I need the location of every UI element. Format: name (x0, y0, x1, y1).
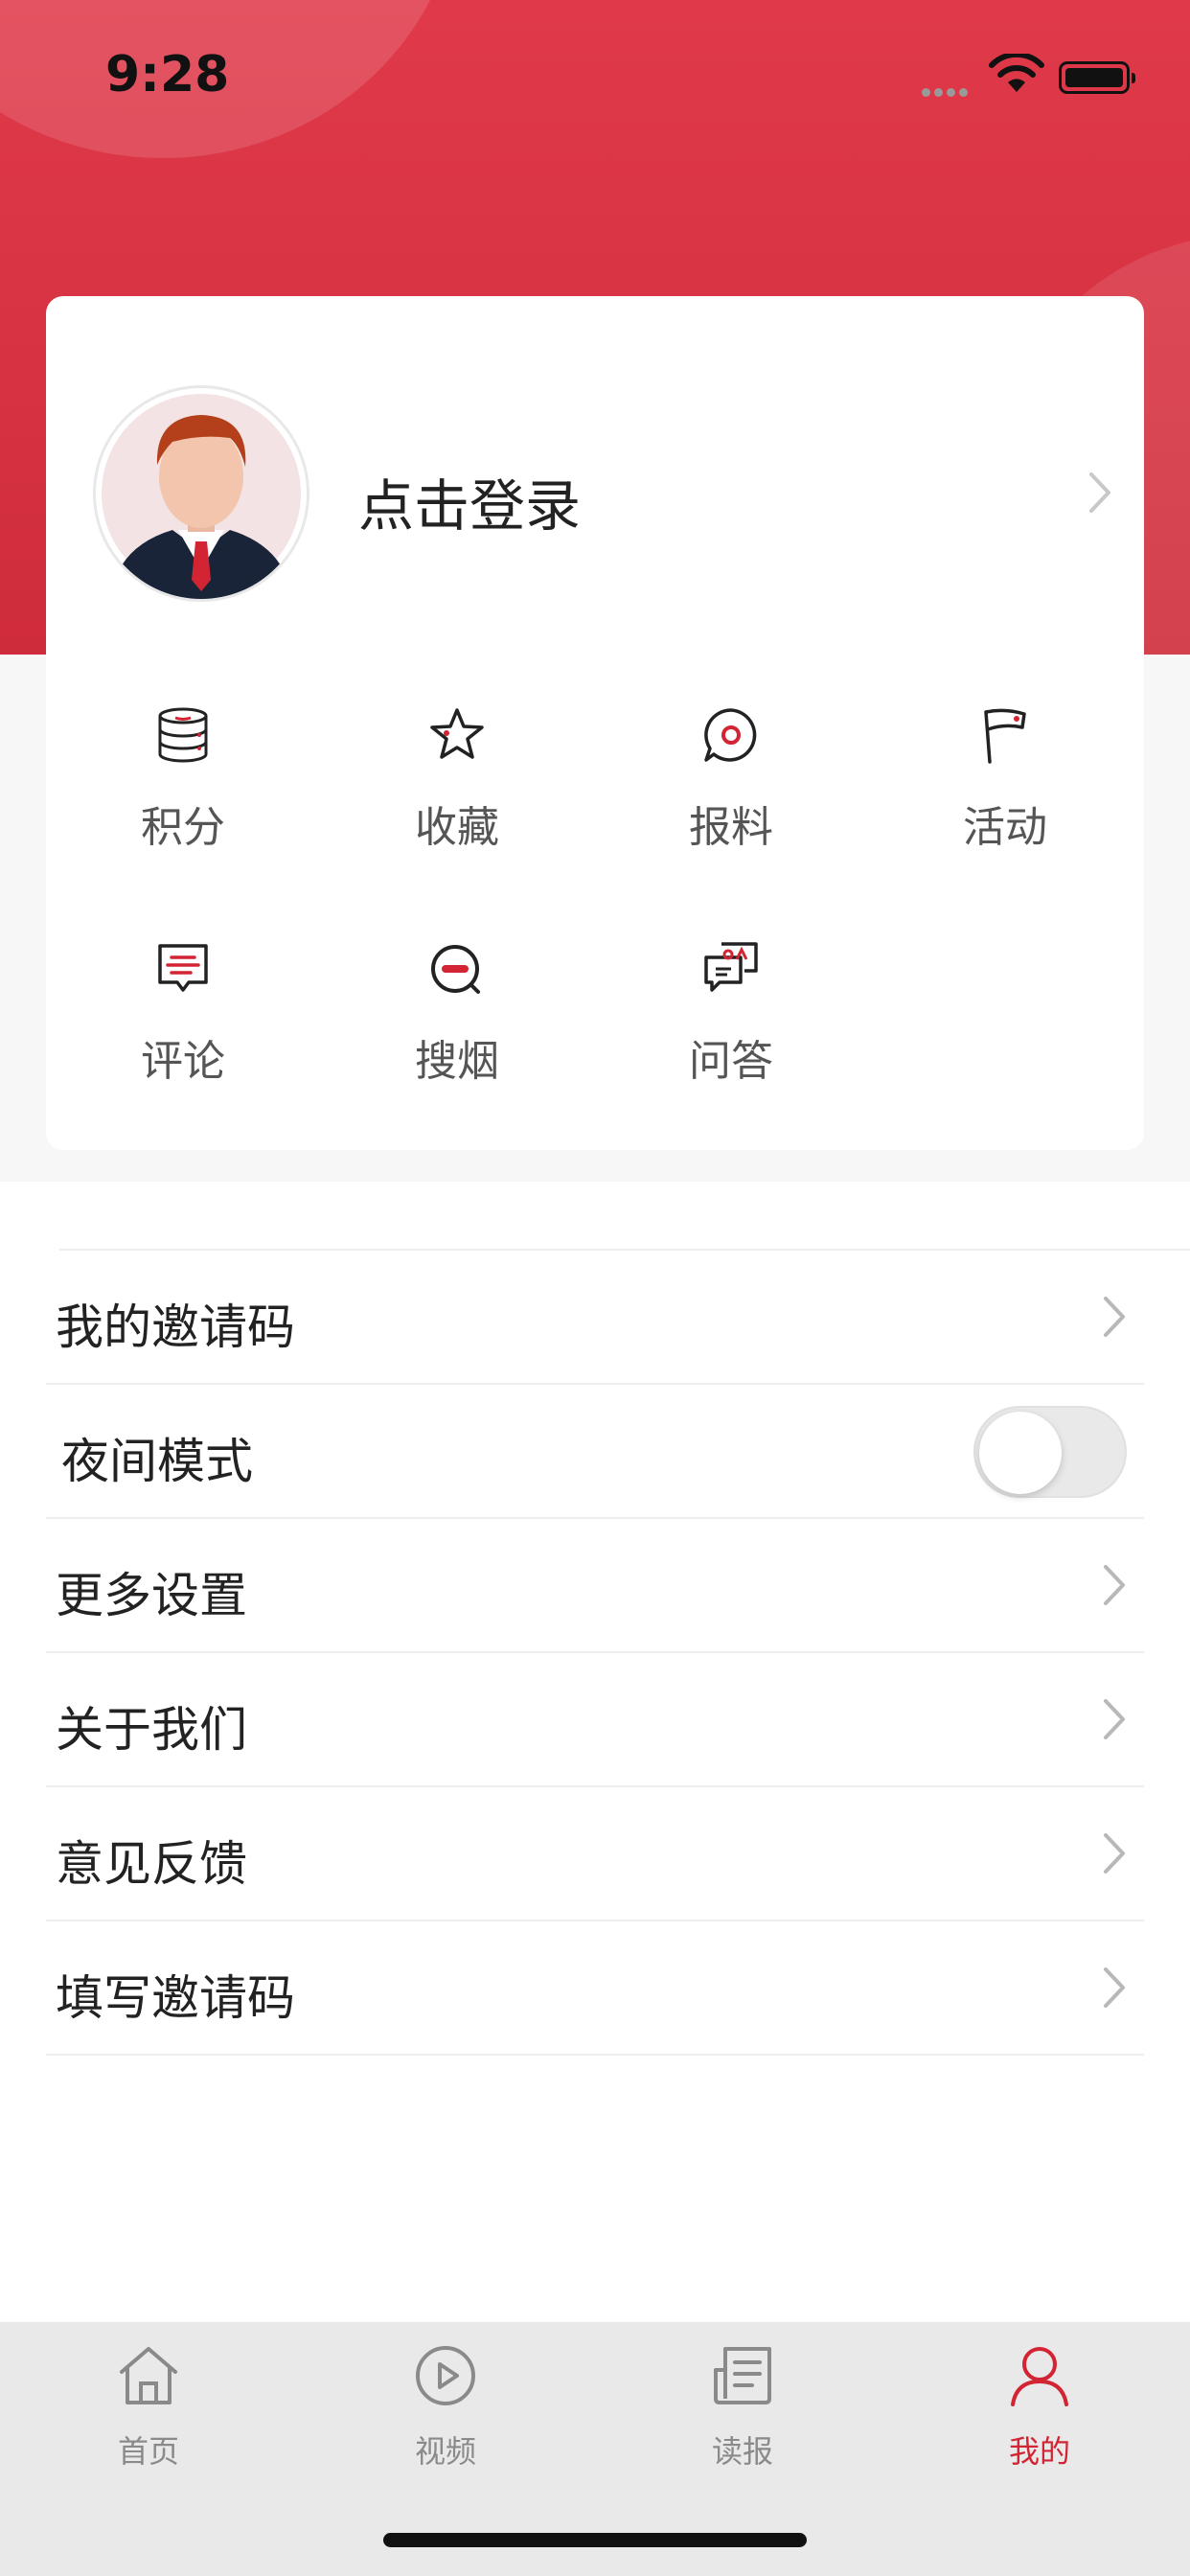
feature-label: 搜烟 (415, 1037, 499, 1086)
chevron-right-icon (1104, 1967, 1125, 2008)
database-coins-icon (158, 707, 208, 763)
menu-item-label: 夜间模式 (61, 1434, 253, 1489)
menu-item-feedback[interactable]: 意见反馈 (46, 1787, 1144, 1921)
menu-item-label: 我的邀请码 (56, 1300, 295, 1355)
menu-item-label: 填写邀请码 (56, 1970, 295, 2026)
chat-report-icon (704, 708, 757, 762)
tab-label: 读报 (711, 2433, 773, 2470)
toggle-knob (979, 1412, 1062, 1494)
feature-comments[interactable]: 评论 (46, 940, 320, 1132)
feature-activity[interactable]: 活动 (868, 706, 1142, 898)
feature-report[interactable]: 报料 (594, 706, 868, 898)
login-prompt[interactable]: 点击登录 (358, 461, 581, 541)
status-time: 9:28 (105, 46, 230, 104)
chevron-right-icon[interactable] (1086, 469, 1114, 517)
profile-card: 点击登录 积分 收藏 报料 活动 评论 搜烟 问答 (46, 296, 1144, 1150)
home-icon (120, 2347, 177, 2404)
header-decoration (0, 0, 460, 158)
menu-item-night-mode: 夜间模式 (46, 1385, 1144, 1519)
menu-item-label: 关于我们 (56, 1702, 247, 1758)
night-mode-toggle[interactable] (973, 1406, 1127, 1498)
search-minus-icon (431, 945, 480, 994)
feature-label: 收藏 (415, 803, 499, 852)
comment-icon (158, 944, 208, 992)
qa-chat-icon (704, 942, 758, 992)
tab-label: 首页 (117, 2433, 179, 2470)
tab-label: 视频 (414, 2433, 476, 2470)
tab-newspaper[interactable]: 读报 (594, 2322, 891, 2514)
chevron-right-icon (1104, 1833, 1125, 1874)
chevron-right-icon (1104, 1699, 1125, 1739)
menu-item-label: 意见反馈 (56, 1836, 247, 1892)
feature-search-smoke[interactable]: 搜烟 (320, 940, 594, 1132)
flag-icon (984, 708, 1026, 764)
tab-mine[interactable]: 我的 (891, 2322, 1188, 2514)
menu-item-my-invite-code[interactable]: 我的邀请码 (46, 1251, 1144, 1385)
star-icon (430, 708, 484, 759)
play-icon (416, 2346, 475, 2405)
tab-home[interactable]: 首页 (0, 2322, 297, 2514)
tab-video[interactable]: 视频 (297, 2322, 594, 2514)
cellular-signal-icon (922, 82, 972, 101)
feature-label: 问答 (689, 1037, 773, 1086)
menu-item-more-settings[interactable]: 更多设置 (46, 1519, 1144, 1653)
menu-item-enter-invite-code[interactable]: 填写邀请码 (46, 1921, 1144, 2056)
chevron-right-icon (1104, 1565, 1125, 1605)
tab-label: 我的 (1008, 2433, 1070, 2470)
feature-favorites[interactable]: 收藏 (320, 706, 594, 898)
user-icon (1011, 2347, 1068, 2406)
menu-item-about-us[interactable]: 关于我们 (46, 1653, 1144, 1787)
status-icons (920, 48, 1140, 105)
avatar-image (102, 394, 301, 599)
feature-qa[interactable]: 问答 (594, 940, 868, 1132)
battery-icon (1059, 61, 1135, 94)
wifi-icon (989, 54, 1044, 92)
home-indicator (383, 2533, 807, 2547)
feature-label: 活动 (963, 803, 1047, 852)
feature-points[interactable]: 积分 (46, 706, 320, 898)
avatar[interactable] (96, 388, 307, 599)
feature-label: 积分 (141, 803, 225, 852)
feature-label: 评论 (141, 1037, 225, 1086)
menu-item-label: 更多设置 (56, 1568, 247, 1623)
chevron-right-icon (1104, 1297, 1125, 1337)
newspaper-icon (714, 2347, 771, 2404)
feature-label: 报料 (689, 803, 773, 852)
